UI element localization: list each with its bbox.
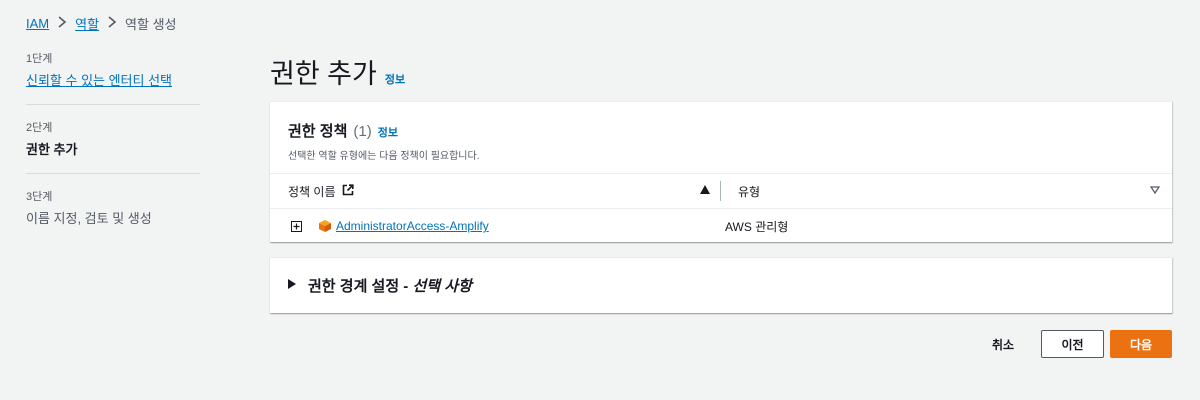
column-label: 정책 이름 (288, 184, 336, 199)
sort-descending-icon[interactable] (1149, 186, 1161, 197)
breadcrumb-iam[interactable]: IAM (26, 16, 49, 31)
step-number: 3단계 (26, 191, 53, 203)
page-header: 권한 추가 정보 (270, 52, 405, 91)
boundary-title[interactable]: 권한 경계 설정 - 선택 사항 (308, 275, 472, 296)
permissions-boundary-panel[interactable]: 권한 경계 설정 - 선택 사항 (270, 257, 1172, 313)
caret-right-icon[interactable] (288, 279, 296, 292)
step-title-name-review-create: 이름 지정, 검토 및 생성 (26, 211, 152, 226)
panel-header: 권한 정책 (1) 정보 선택한 역할 유형에는 다음 정책이 필요합니다. (270, 102, 1172, 173)
step-title-add-permissions: 권한 추가 (26, 142, 78, 157)
wizard-steps: 1단계 신뢰할 수 있는 엔터티 선택 2단계 권한 추가 3단계 이름 지정,… (26, 50, 200, 256)
column-header-policy-name[interactable]: 정책 이름 (270, 174, 720, 208)
external-link-icon (342, 183, 354, 199)
step-3: 3단계 이름 지정, 검토 및 생성 (26, 188, 200, 242)
step-number: 1단계 (26, 53, 53, 65)
next-button[interactable]: 다음 (1110, 330, 1172, 358)
table-row: AdministratorAccess-Amplify AWS 관리형 (270, 209, 1172, 243)
policy-name-link[interactable]: AdministratorAccess-Amplify (336, 219, 725, 233)
policy-type: AWS 관리형 (725, 219, 789, 234)
permission-policies-panel: 권한 정책 (1) 정보 선택한 역할 유형에는 다음 정책이 필요합니다. 정… (270, 101, 1172, 242)
info-link[interactable]: 정보 (378, 124, 398, 140)
column-header-type[interactable]: 유형 (721, 174, 1172, 208)
table-header: 정책 이름 유형 (270, 173, 1172, 209)
aws-managed-policy-icon (318, 219, 332, 233)
breadcrumb: IAM 역할 역할 생성 (26, 14, 177, 33)
panel-description: 선택한 역할 유형에는 다음 정책이 필요합니다. (288, 151, 480, 162)
step-number: 2단계 (26, 122, 53, 134)
step-2: 2단계 권한 추가 (26, 119, 200, 174)
previous-button[interactable]: 이전 (1041, 330, 1104, 358)
breadcrumb-current: 역할 생성 (125, 17, 177, 32)
page-title: 권한 추가 (270, 59, 377, 89)
chevron-right-icon (107, 15, 117, 32)
sort-ascending-icon[interactable] (700, 185, 710, 197)
chevron-right-icon (57, 15, 67, 32)
column-label: 유형 (738, 184, 761, 199)
optional-label: 선택 사항 (412, 278, 472, 295)
panel-title: 권한 정책 (288, 123, 348, 140)
step-link-select-trusted-entity[interactable]: 신뢰할 수 있는 엔터티 선택 (26, 72, 200, 90)
policy-count: (1) (353, 123, 372, 140)
breadcrumb-roles[interactable]: 역할 (75, 14, 99, 33)
step-1: 1단계 신뢰할 수 있는 엔터티 선택 (26, 50, 200, 105)
cancel-button[interactable]: 취소 (992, 336, 1014, 353)
expand-row-icon[interactable] (291, 220, 302, 232)
info-link[interactable]: 정보 (385, 71, 405, 87)
